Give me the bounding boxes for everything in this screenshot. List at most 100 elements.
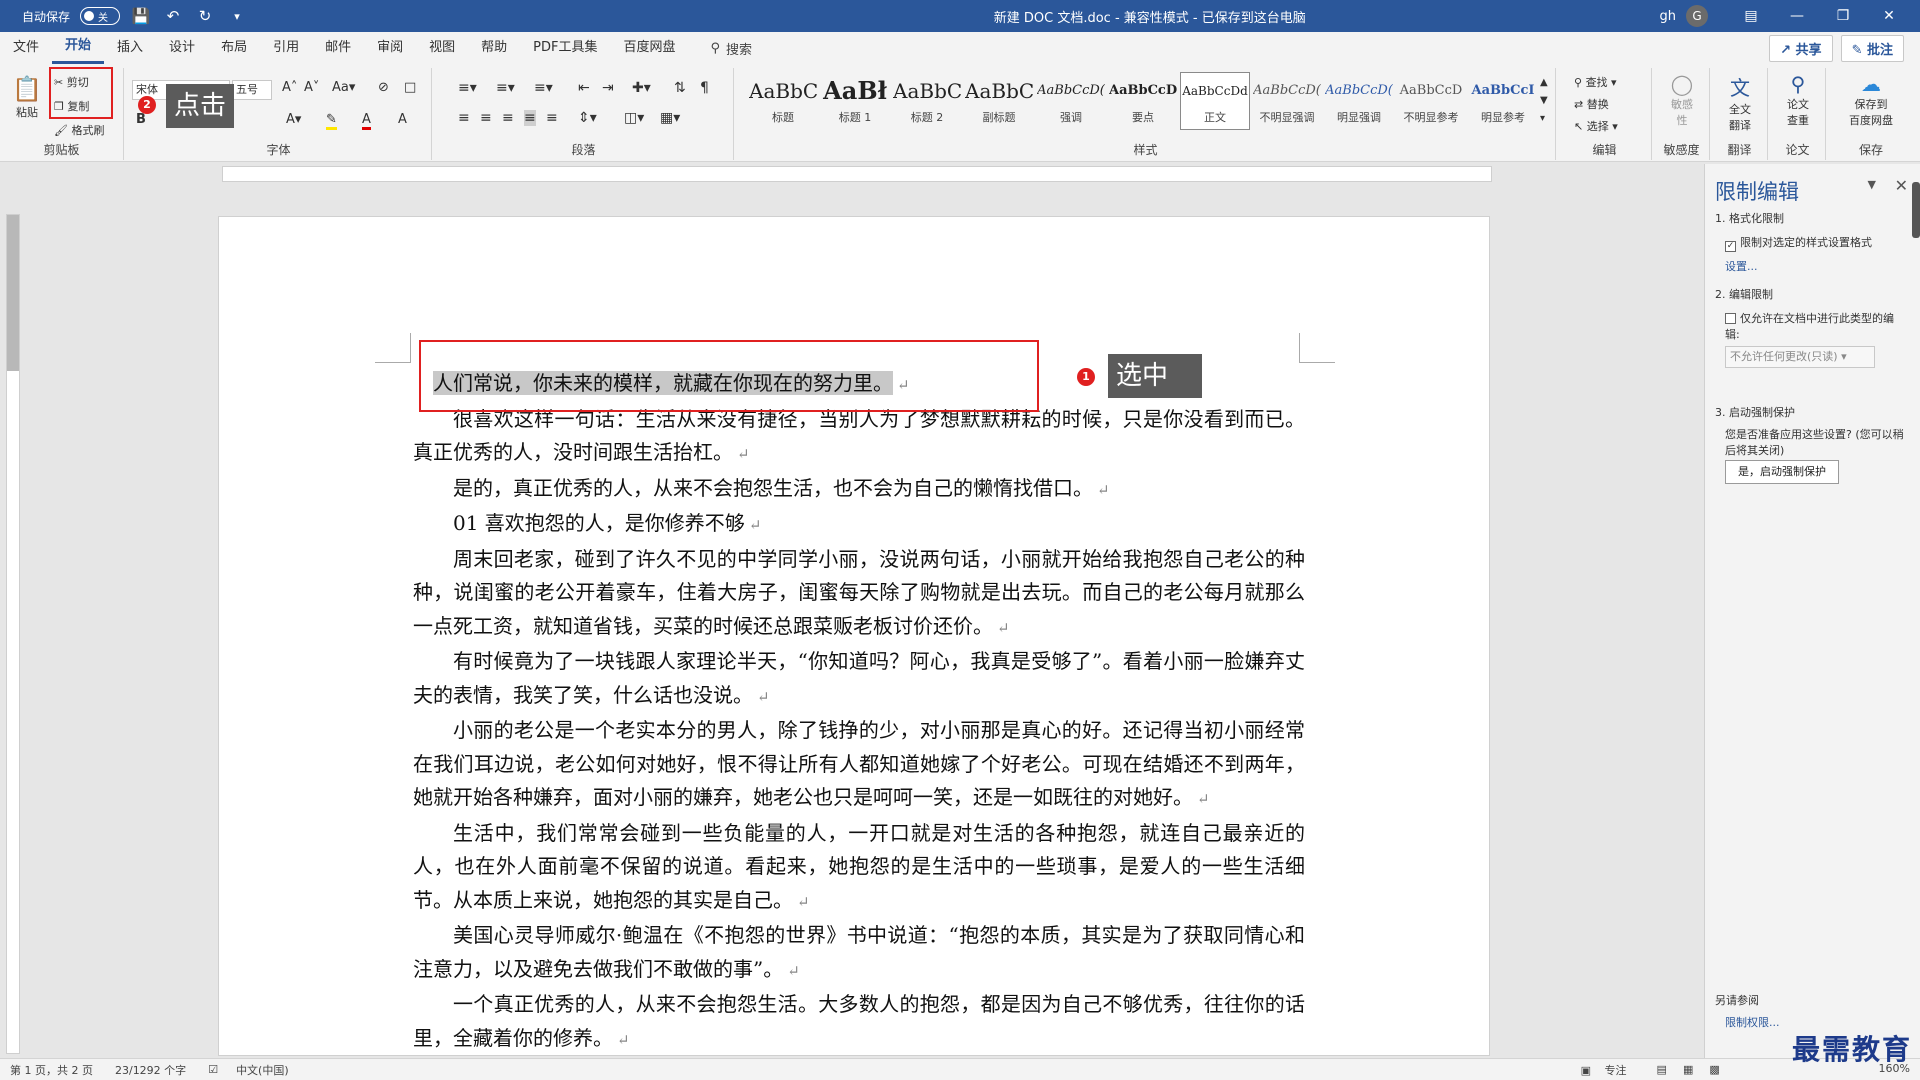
tab-home[interactable]: 开始 (52, 32, 105, 64)
asian-layout-icon[interactable]: ✚▾ (632, 80, 651, 96)
tab-insert[interactable]: 插入 (104, 32, 156, 64)
style-subtle-emphasis[interactable]: AaBbCcD(不明显强调 (1252, 72, 1322, 130)
tab-baidu-netdisk[interactable]: 百度网盘 (610, 32, 688, 64)
tab-references[interactable]: 引用 (260, 32, 312, 64)
vertical-ruler[interactable] (6, 214, 20, 1054)
search-box[interactable]: ⚲ 搜索 (711, 39, 753, 58)
highlight-icon[interactable]: ✎ (326, 112, 337, 130)
decrease-indent-icon[interactable]: ⇤ (578, 80, 590, 96)
show-marks-icon[interactable]: ¶ (700, 80, 709, 96)
minimize-icon[interactable]: — (1774, 0, 1820, 32)
style-subtitle[interactable]: AaBbC(副标题 (964, 72, 1034, 130)
paragraph-7[interactable]: 小丽的老公是一个老实本分的男人，除了钱挣的少，对小丽那是真心的好。还记得当初小丽… (413, 714, 1305, 817)
paragraph-4[interactable]: 01 喜欢抱怨的人，是你修养不够 ↵ (413, 507, 1305, 543)
grow-font-icon[interactable]: A˄ (282, 80, 297, 95)
pane-scrollbar[interactable] (1912, 182, 1920, 238)
settings-link[interactable]: 设置... (1725, 258, 1920, 274)
char-border-icon[interactable]: □ (404, 80, 416, 95)
tab-mailings[interactable]: 邮件 (312, 32, 364, 64)
save-icon[interactable]: 💾 (130, 5, 152, 27)
pane-options-icon[interactable]: ▼ (1868, 178, 1876, 191)
align-left-icon[interactable]: ≡ (458, 110, 470, 126)
customize-toolbar-icon[interactable]: ▾ (226, 5, 248, 27)
editing-checkbox[interactable]: 仅允许在文档中进行此类型的编辑: (1725, 310, 1905, 342)
distributed-icon[interactable]: ≡ (546, 110, 558, 126)
formatting-checkbox[interactable]: ✓ 限制对选定的样式设置格式 (1725, 234, 1920, 252)
align-right-icon[interactable]: ≡ (502, 110, 514, 126)
clear-format-icon[interactable]: ⊘ (378, 80, 389, 95)
autosave-toggle[interactable]: 关 (80, 7, 121, 25)
tab-view[interactable]: 视图 (416, 32, 468, 64)
tab-help[interactable]: 帮助 (468, 32, 520, 64)
tab-layout[interactable]: 布局 (208, 32, 260, 64)
document-body[interactable]: 人们常说，你未来的模样，就藏在你现在的努力里。 ↵ 很喜欢这样一句话：生活从来没有… (413, 367, 1305, 1055)
justify-icon[interactable]: ≡ (524, 110, 536, 126)
change-case-icon[interactable]: Aa▾ (332, 80, 355, 95)
paragraph-8[interactable]: 生活中，我们常常会碰到一些负能量的人，一开口就是对生活的各种抱怨，就连自己最亲近… (413, 817, 1305, 920)
shrink-font-icon[interactable]: A˅ (304, 80, 319, 95)
paragraph-3[interactable]: 是的，真正优秀的人，从来不会抱怨生活，也不会为自己的懒惰找借口。 ↵ (413, 472, 1305, 508)
language-status[interactable]: 中文(中国) (236, 1062, 289, 1078)
font-color-icon[interactable]: A (362, 112, 371, 130)
style-strong[interactable]: AaBbCcD 要点 (1108, 72, 1178, 130)
style-intense-emphasis[interactable]: AaBbCcD(明显强调 (1324, 72, 1394, 130)
bullets-icon[interactable]: ≡▾ (458, 80, 477, 96)
undo-icon[interactable]: ↶ (162, 5, 184, 27)
close-icon[interactable]: ✕ (1866, 0, 1912, 32)
style-intense-reference[interactable]: AaBbCcI 明显参考 (1468, 72, 1538, 130)
word-count[interactable]: 23/1292 个字 (115, 1062, 186, 1078)
style-emphasis[interactable]: AaBbCcD(强调 (1036, 72, 1106, 130)
comments-button[interactable]: ✎ 批注 (1840, 34, 1904, 62)
borders-icon[interactable]: ▦▾ (660, 110, 680, 126)
sensitivity-button[interactable]: ◯ 敏感 性 (1662, 72, 1702, 128)
bold-icon[interactable]: B (136, 112, 146, 127)
save-to-baidu-button[interactable]: ☁ 保存到 百度网盘 (1834, 72, 1908, 128)
paragraph-9[interactable]: 美国心灵导师威尔·鲍温在《不抱怨的世界》书中说道：“抱怨的本质，其实是为了获取同… (413, 919, 1305, 988)
style-heading-2[interactable]: AaBbC(标题 2 (892, 72, 962, 130)
restore-icon[interactable]: ❐ (1820, 0, 1866, 32)
replace-button[interactable]: ⇄ 替换 (1574, 96, 1609, 112)
char-shading-icon[interactable]: A (398, 112, 407, 127)
proofing-icon[interactable]: ☑ (208, 1063, 218, 1076)
avatar[interactable]: G (1686, 5, 1708, 27)
horizontal-ruler[interactable] (222, 166, 1492, 182)
user-name[interactable]: gh (1660, 9, 1677, 24)
style-subtle-reference[interactable]: AaBbCcD 不明显参考 (1396, 72, 1466, 130)
paragraph-10[interactable]: 一个真正优秀的人，从来不会抱怨生活。大多数人的抱怨，都是因为自己不够优秀，往往你… (413, 988, 1305, 1055)
editing-type-select[interactable]: 不允许任何更改(只读) ▾ (1725, 346, 1875, 368)
format-painter-button[interactable]: 🖌 格式刷 (54, 122, 104, 138)
text-effects-icon[interactable]: A▾ (286, 112, 301, 127)
paragraph-5[interactable]: 周末回老家，碰到了许久不见的中学同学小丽，没说两句话，小丽就开始给我抱怨自己老公… (413, 543, 1305, 646)
tab-file[interactable]: 文件 (0, 32, 52, 64)
style-heading-1[interactable]: AaBł 标题 1 (820, 72, 890, 130)
pane-close-icon[interactable]: ✕ (1895, 176, 1908, 195)
ribbon-display-icon[interactable]: ▤ (1728, 0, 1774, 32)
line-spacing-icon[interactable]: ⇕▾ (578, 110, 597, 126)
paragraph-6[interactable]: 有时候竟为了一块钱跟人家理论半天，“你知道吗？阿心，我真是受够了”。看着小丽一脸… (413, 645, 1305, 714)
paste-button[interactable]: 📋 粘贴 (12, 74, 42, 120)
increase-indent-icon[interactable]: ⇥ (602, 80, 614, 96)
select-button[interactable]: ↖ 选择 ▾ (1574, 118, 1618, 134)
print-layout-icon[interactable]: ▦ (1683, 1063, 1693, 1076)
full-translate-button[interactable]: 文全文 翻译 (1718, 72, 1762, 133)
styles-scroll-icon[interactable]: ▲ ▼ ▾ (1540, 74, 1548, 128)
tab-pdf-tools[interactable]: PDF工具集 (520, 32, 610, 64)
share-button[interactable]: ↗ 共享 (1769, 34, 1833, 62)
find-button[interactable]: ⚲ 查找 ▾ (1574, 74, 1617, 90)
numbering-icon[interactable]: ≡▾ (496, 80, 515, 96)
align-center-icon[interactable]: ≡ (480, 110, 492, 126)
paper-check-button[interactable]: ⚲ 论文 查重 (1776, 72, 1820, 128)
tab-design[interactable]: 设计 (156, 32, 208, 64)
web-layout-icon[interactable]: ▩ (1709, 1063, 1719, 1076)
sort-icon[interactable]: ⇅ (674, 80, 686, 96)
page-count[interactable]: 第 1 页，共 2 页 (10, 1062, 93, 1078)
style-title[interactable]: AaBbC(标题 (748, 72, 818, 130)
read-mode-icon[interactable]: ▤ (1657, 1063, 1667, 1076)
paragraph-2[interactable]: 很喜欢这样一句话：生活从来没有捷径，当别人为了梦想默默耕耘的时候，只是你没看到而… (413, 403, 1305, 472)
tab-review[interactable]: 审阅 (364, 32, 416, 64)
style-normal[interactable]: AaBbCcDd 正文 (1180, 72, 1250, 130)
redo-icon[interactable]: ↻ (194, 5, 216, 27)
font-size-select[interactable]: 五号 (232, 80, 272, 100)
shading-icon[interactable]: ◫▾ (624, 110, 644, 126)
focus-button[interactable]: ▣ 专注 (1581, 1062, 1627, 1078)
